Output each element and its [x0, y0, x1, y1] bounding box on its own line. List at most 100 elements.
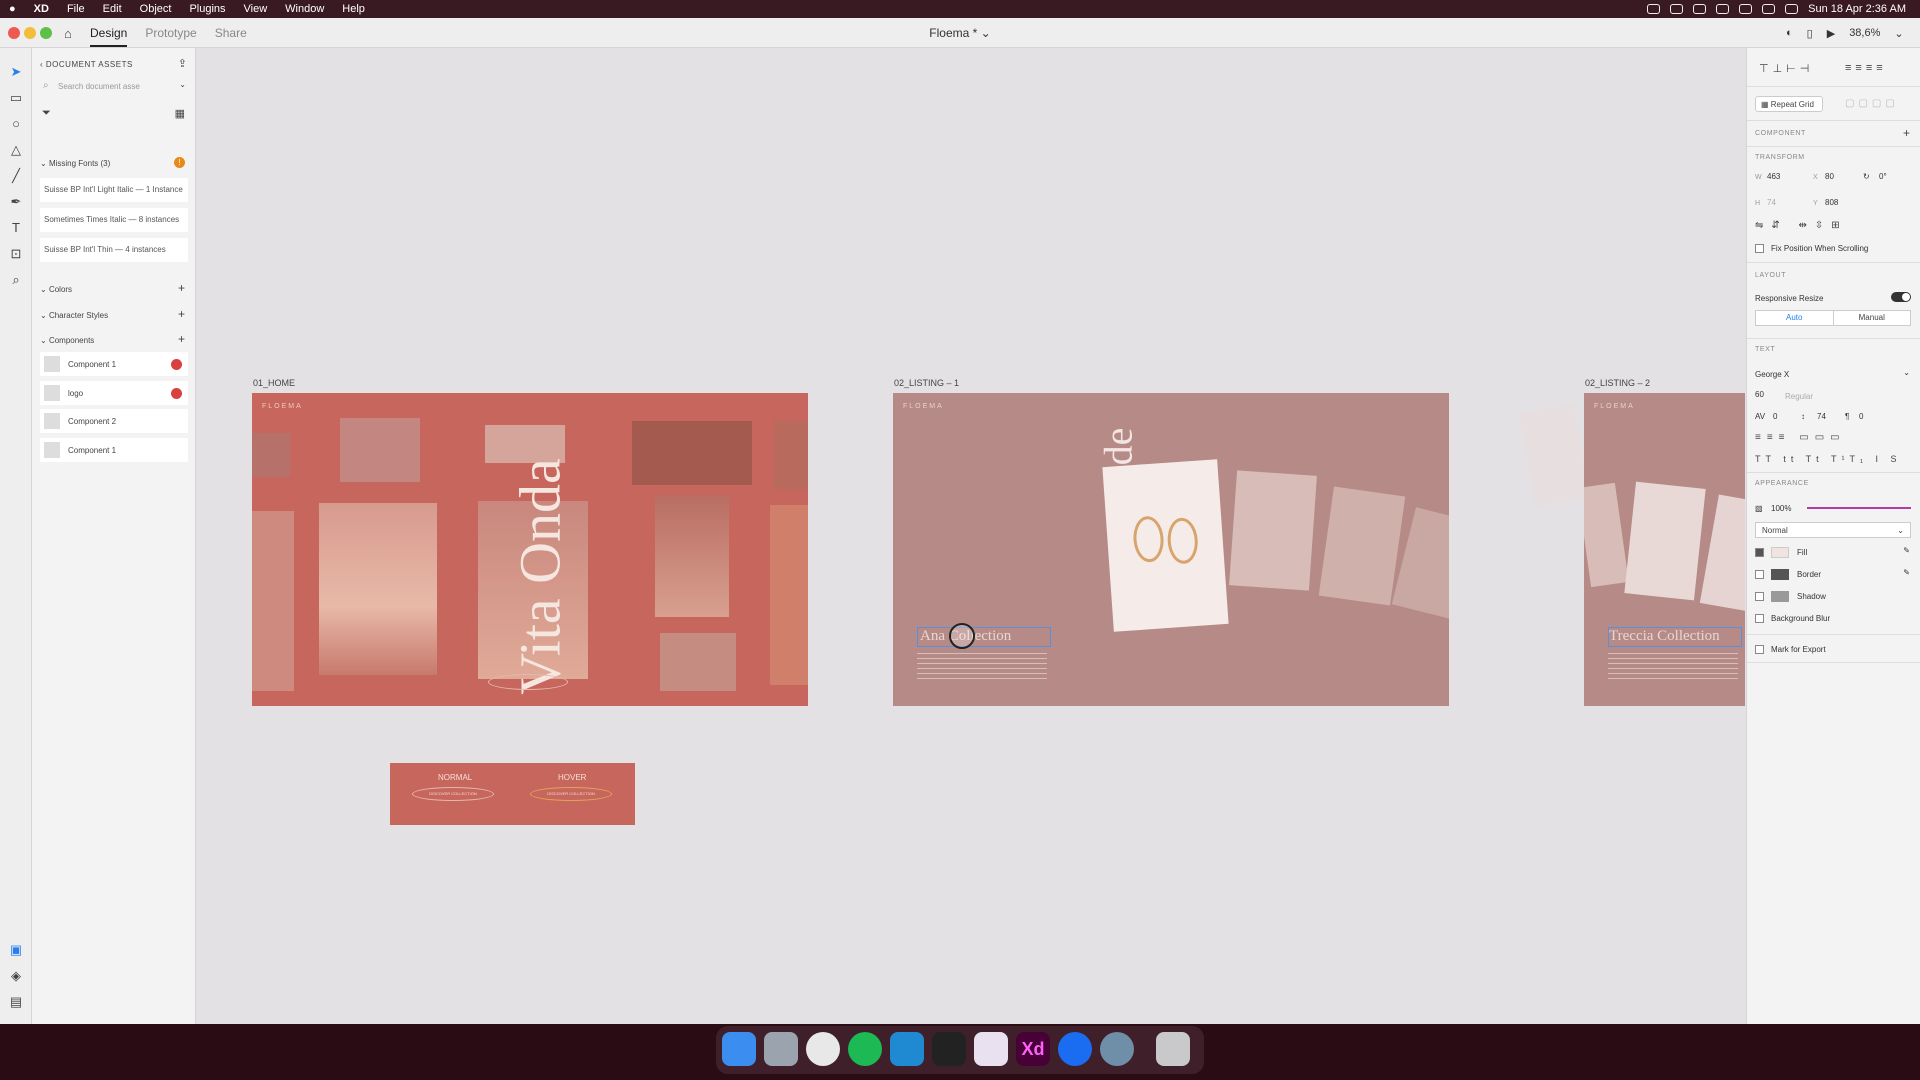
artboard-label[interactable]: 01_HOME [253, 378, 295, 388]
spotlight-icon[interactable] [1785, 4, 1799, 14]
components-header[interactable]: ⌄ Components [40, 336, 94, 345]
vscode-icon[interactable] [890, 1032, 924, 1066]
height-input[interactable]: 74 [1767, 198, 1776, 207]
chevron-down-icon[interactable]: ⌄ [1903, 368, 1910, 377]
opacity-input[interactable]: 100% [1771, 504, 1791, 513]
artboard-label[interactable]: 02_LISTING – 2 [1585, 378, 1650, 388]
grid-view-icon[interactable]: ▦ [175, 107, 185, 120]
y-input[interactable]: 808 [1825, 198, 1838, 207]
battery-icon[interactable] [1739, 4, 1753, 14]
shadow-checkbox[interactable] [1755, 592, 1764, 601]
terminal-icon[interactable] [932, 1032, 966, 1066]
maps-icon[interactable] [1058, 1032, 1092, 1066]
distribute-tools[interactable]: ≡≡≡≡ [1845, 62, 1887, 74]
finder-icon[interactable] [722, 1032, 756, 1066]
missing-fonts-header[interactable]: ⌄ Missing Fonts (3) [40, 159, 110, 168]
artboard-listing-1[interactable]: FLOEMA de Ana Collection [893, 393, 1449, 706]
launchpad-icon[interactable] [764, 1032, 798, 1066]
font-family-select[interactable]: George X [1755, 370, 1789, 379]
record-icon[interactable] [1647, 4, 1661, 14]
border-swatch[interactable] [1771, 569, 1789, 580]
paragraph-spacing-input[interactable]: 0 [1859, 412, 1863, 421]
layers-icon[interactable]: ◈ [8, 968, 24, 984]
eyedropper-icon[interactable]: ✎ [1903, 568, 1910, 577]
menu-object[interactable]: Object [131, 3, 181, 15]
component-item[interactable]: Component 2 [40, 409, 188, 433]
responsive-resize-toggle[interactable] [1891, 292, 1911, 302]
artboard-tool-icon[interactable]: ⊡ [8, 246, 24, 262]
fill-swatch[interactable] [1771, 547, 1789, 558]
add-component-icon[interactable]: + [178, 332, 185, 346]
device-preview-icon[interactable]: ▯ [1807, 27, 1813, 40]
component-item[interactable]: Component 1 [40, 438, 188, 462]
opacity-slider[interactable] [1807, 507, 1911, 509]
boolean-tools[interactable]: ▢▢▢▢ [1845, 98, 1899, 109]
shadow-swatch[interactable] [1771, 591, 1789, 602]
collection-title-selected[interactable]: Treccia Collection [1608, 627, 1742, 647]
menu-edit[interactable]: Edit [94, 3, 131, 15]
font-size-input[interactable]: 60 [1755, 390, 1764, 399]
artboard-label[interactable]: 02_LISTING – 1 [894, 378, 959, 388]
assets-icon[interactable]: ▣ [8, 942, 24, 958]
slack-icon[interactable] [974, 1032, 1008, 1066]
manual-button[interactable]: Manual [1834, 311, 1911, 325]
polygon-tool-icon[interactable]: △ [8, 142, 24, 158]
missing-font-item[interactable]: Suisse BP Int'l Light Italic — 1 Instanc… [40, 178, 188, 202]
chevron-down-icon[interactable]: ⌄ [1894, 27, 1903, 40]
cc-icon[interactable] [1670, 4, 1684, 14]
menu-view[interactable]: View [235, 3, 277, 15]
blend-mode-select[interactable]: Normal ⌄ [1755, 522, 1911, 538]
adobe-xd-icon[interactable]: Xd [1016, 1032, 1050, 1066]
mark-for-export-checkbox[interactable] [1755, 645, 1764, 654]
artboard-home[interactable]: FLOEMA Vita Onda [252, 393, 808, 706]
menu-window[interactable]: Window [276, 3, 333, 15]
play-icon[interactable] [1716, 4, 1730, 14]
document-title[interactable]: Floema * ⌄ [0, 26, 1920, 40]
flip-tools[interactable]: ⇋⇵ ⇹⇳⊞ [1755, 220, 1848, 231]
text-align-tools[interactable]: ≡≡≡ ▭▭▭ [1755, 432, 1846, 443]
apple-icon[interactable]: ● [0, 3, 25, 15]
play-preview-icon[interactable]: ▶ [1827, 27, 1835, 40]
line-spacing-input[interactable]: 74 [1817, 412, 1826, 421]
character-styles-header[interactable]: ⌄ Character Styles [40, 311, 108, 320]
chevron-down-icon[interactable]: ⌄ [179, 80, 186, 89]
add-character-style-icon[interactable]: + [178, 307, 185, 321]
search-field[interactable]: ⌕ Search document asse ⌄ [40, 79, 188, 95]
quicktime-icon[interactable] [1100, 1032, 1134, 1066]
artboard-listing-2[interactable]: FLOEMA Treccia Collection [1584, 393, 1745, 706]
export-icon[interactable]: ⇪ [178, 57, 187, 70]
border-checkbox[interactable] [1755, 570, 1764, 579]
align-tools[interactable]: ⊤⊥⊢⊣ [1759, 62, 1813, 75]
missing-font-item[interactable]: Sometimes Times Italic — 8 instances [40, 208, 188, 232]
add-component-icon[interactable]: + [1903, 126, 1910, 140]
design-canvas[interactable]: 01_HOME FLOEMA Vita Onda NORMAL HOVER DI… [197, 48, 1745, 1024]
spotify-icon[interactable] [848, 1032, 882, 1066]
rotation-input[interactable]: 0° [1879, 172, 1887, 181]
filter-icon[interactable]: ⏷ [42, 107, 51, 120]
cloud-icon[interactable] [1693, 4, 1707, 14]
repeat-grid-button[interactable]: ▦ Repeat Grid [1755, 96, 1823, 112]
user-icon[interactable]: ◐ [1786, 27, 1793, 39]
button-states-board[interactable]: NORMAL HOVER DISCOVER COLLECTION DISCOVE… [390, 763, 635, 825]
zoom-level[interactable]: 38,6% [1849, 27, 1880, 39]
pen-tool-icon[interactable]: ✒ [8, 194, 24, 210]
missing-font-item[interactable]: Suisse BP Int'l Thin — 4 instances [40, 238, 188, 262]
collection-title-selected[interactable]: Ana Collection [917, 627, 1051, 647]
component-item[interactable]: Component 1 [40, 352, 188, 376]
menu-help[interactable]: Help [333, 3, 374, 15]
menu-app-xd[interactable]: XD [25, 3, 58, 15]
fix-position-checkbox[interactable] [1755, 244, 1764, 253]
width-input[interactable]: 463 [1767, 172, 1780, 181]
eyedropper-icon[interactable]: ✎ [1903, 546, 1910, 555]
component-item[interactable]: logo [40, 381, 188, 405]
line-tool-icon[interactable]: ╱ [8, 168, 24, 184]
background-blur-checkbox[interactable] [1755, 614, 1764, 623]
trash-icon[interactable] [1156, 1032, 1190, 1066]
wifi-icon[interactable] [1762, 4, 1776, 14]
rectangle-tool-icon[interactable]: ▭ [8, 90, 24, 106]
chrome-icon[interactable] [806, 1032, 840, 1066]
select-tool-icon[interactable]: ➤ [8, 64, 24, 80]
menu-plugins[interactable]: Plugins [180, 3, 234, 15]
font-weight-select[interactable]: Regular [1785, 392, 1813, 401]
x-input[interactable]: 80 [1825, 172, 1834, 181]
